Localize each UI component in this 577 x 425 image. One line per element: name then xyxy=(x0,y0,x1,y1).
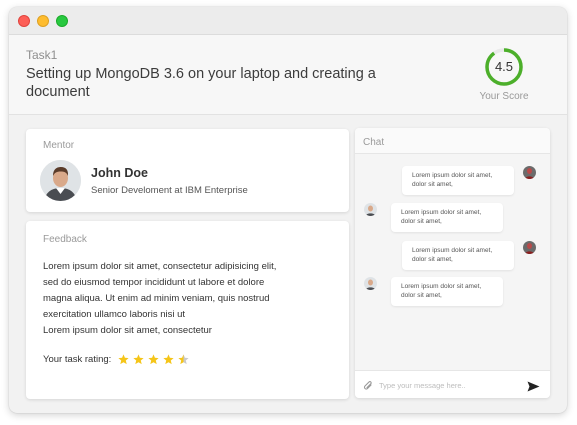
sender-avatar xyxy=(523,166,536,179)
chat-bubble-line: dolor sit amet, xyxy=(412,181,453,188)
star-icon[interactable] xyxy=(178,354,189,365)
send-icon[interactable] xyxy=(527,379,540,397)
chat-bubble: Lorem ipsum dolor sit amet, dolor sit am… xyxy=(402,166,514,195)
star-icon[interactable] xyxy=(118,354,129,365)
star-icon[interactable] xyxy=(133,354,144,365)
maximize-window-button[interactable] xyxy=(56,14,68,27)
task-header: Task1 Setting up MongoDB 3.6 on your lap… xyxy=(9,35,567,115)
chat-bubble: Lorem ipsum dolor sit amet, dolor sit am… xyxy=(391,203,503,232)
chat-message-input[interactable] xyxy=(379,377,519,393)
task-title: Setting up MongoDB 3.6 on your laptop an… xyxy=(26,66,376,100)
mentor-avatar-image xyxy=(40,160,81,201)
score-ring: 4.5 xyxy=(484,47,524,87)
mentor-chat-avatar xyxy=(364,277,377,290)
star-icon[interactable] xyxy=(148,354,159,365)
feedback-line: sed do eiusmod tempor incididunt ut labo… xyxy=(43,277,265,288)
chat-message-incoming: Lorem ipsum dolor sit amet, dolor sit am… xyxy=(364,203,503,232)
feedback-line: exercitation ullamco laboris nisi ut xyxy=(43,309,186,320)
chat-bubble: Lorem ipsum dolor sit amet, dolor sit am… xyxy=(391,277,503,306)
paperclip-icon[interactable] xyxy=(363,379,374,397)
mentor-chat-avatar xyxy=(364,203,377,216)
feedback-line: magna aliqua. Ut enim ad minim veniam, q… xyxy=(43,293,270,304)
chat-bubble-line: Lorem ipsum dolor sit amet, xyxy=(412,172,493,179)
chat-bubble-line: Lorem ipsum dolor sit amet, xyxy=(401,209,482,216)
feedback-text: Lorem ipsum dolor sit amet, consectetur … xyxy=(43,259,338,339)
minimize-window-button[interactable] xyxy=(37,14,49,27)
star-icon[interactable] xyxy=(163,354,174,365)
chat-bubble-line: Lorem ipsum dolor sit amet, xyxy=(412,247,493,254)
task-rating: Your task rating: xyxy=(43,354,189,365)
mentor-role: Senior Develoment at IBM Enterprise xyxy=(91,185,248,196)
feedback-line: Lorem ipsum dolor sit amet, consectetur xyxy=(43,325,212,336)
score-label: Your Score xyxy=(479,91,529,102)
mentor-card: Mentor John Doe Senior Develoment at IBM… xyxy=(26,129,349,212)
chat-message-incoming: Lorem ipsum dolor sit amet, dolor sit am… xyxy=(364,277,503,306)
rating-stars xyxy=(118,354,189,365)
title-bar xyxy=(9,7,567,35)
chat-title: Chat xyxy=(363,137,385,148)
chat-message-outgoing: Lorem ipsum dolor sit amet, dolor sit am… xyxy=(402,241,536,270)
rating-label: Your task rating: xyxy=(43,354,112,365)
feedback-card: Feedback Lorem ipsum dolor sit amet, con… xyxy=(26,221,349,399)
chat-composer xyxy=(355,370,550,398)
close-window-button[interactable] xyxy=(18,14,30,27)
score-widget: 4.5 Your Score xyxy=(469,47,539,102)
mentor-name: John Doe xyxy=(91,166,148,180)
chat-bubble-line: dolor sit amet, xyxy=(401,218,442,225)
chat-bubble-line: dolor sit amet, xyxy=(401,292,442,299)
chat-bubble: Lorem ipsum dolor sit amet, dolor sit am… xyxy=(402,241,514,270)
feedback-line: Lorem ipsum dolor sit amet, consectetur … xyxy=(43,261,277,272)
feedback-section-label: Feedback xyxy=(43,234,87,245)
mentor-avatar xyxy=(40,160,81,201)
chat-panel: Chat Lorem ipsum dolor sit amet, dolor s… xyxy=(355,128,550,398)
chat-bubble-line: Lorem ipsum dolor sit amet, xyxy=(401,283,482,290)
chat-message-outgoing: Lorem ipsum dolor sit amet, dolor sit am… xyxy=(402,166,536,195)
sender-avatar xyxy=(523,241,536,254)
score-value: 4.5 xyxy=(494,59,514,74)
task-label: Task1 xyxy=(26,48,58,62)
chat-bubble-line: dolor sit amet, xyxy=(412,256,453,263)
app-window: Task1 Setting up MongoDB 3.6 on your lap… xyxy=(9,7,567,413)
chat-header: Chat xyxy=(355,128,550,154)
mentor-section-label: Mentor xyxy=(43,140,75,151)
